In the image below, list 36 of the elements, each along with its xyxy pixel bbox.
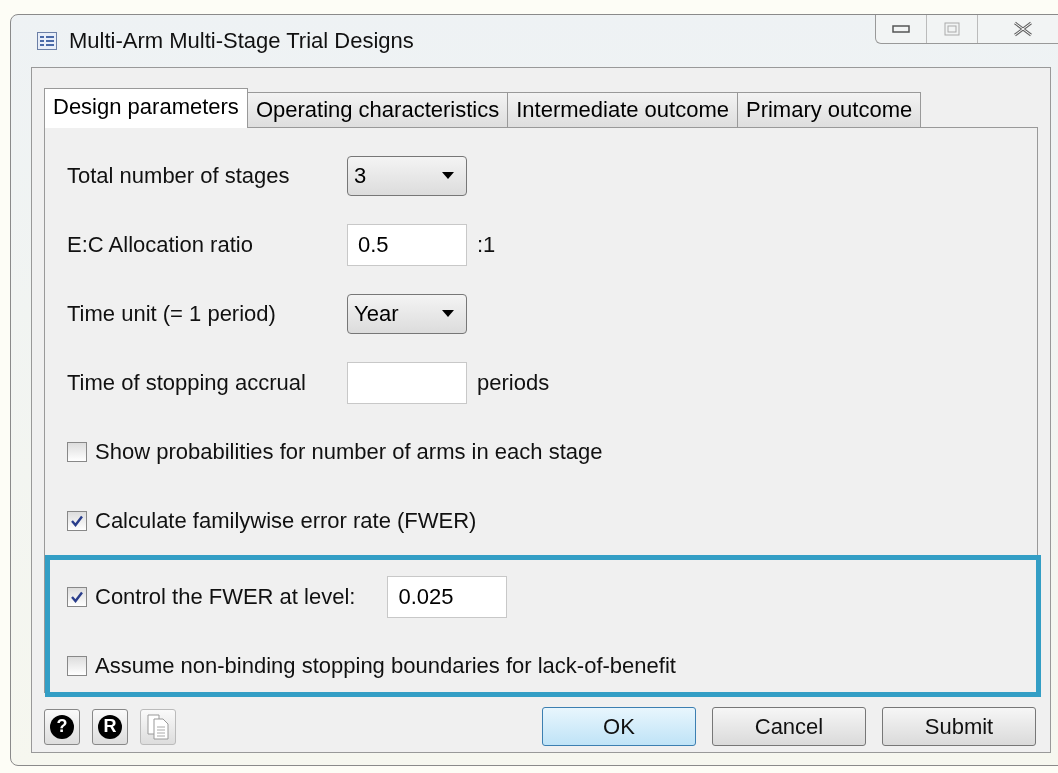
checkbox[interactable] <box>67 510 87 531</box>
checkbox-label: Show probabilities for number of arms in each stage <box>95 438 603 465</box>
copy-icon <box>147 713 169 740</box>
dialog-button[interactable]: Submit <box>882 707 1036 746</box>
field-label: Time of stopping accrual <box>67 369 307 396</box>
checkbox[interactable] <box>67 586 87 607</box>
tab[interactable]: Design parameters <box>44 88 248 128</box>
close-icon <box>1013 21 1033 37</box>
caret-icon <box>442 172 454 179</box>
dropdown[interactable]: 3 <box>347 155 467 196</box>
input-field[interactable]: 0.5 <box>347 223 467 266</box>
help-button[interactable]: ? <box>44 708 80 745</box>
dialog-button[interactable]: Cancel <box>712 707 866 746</box>
checkbox-label: Control the FWER at level: <box>95 583 356 610</box>
unit-label: periods <box>477 369 550 396</box>
dropdown[interactable]: Year <box>347 293 467 334</box>
maximize-icon <box>944 22 960 36</box>
field-label: Total number of stages <box>67 162 291 189</box>
r-button[interactable]: R <box>92 708 128 745</box>
tab[interactable]: Primary outcome <box>737 92 922 127</box>
caret-icon <box>442 310 454 317</box>
form-icon <box>37 32 57 50</box>
tab[interactable]: Intermediate outcome <box>507 92 738 127</box>
dialog-button[interactable]: OK <box>542 707 696 746</box>
field-label: E:C Allocation ratio <box>67 231 254 258</box>
unit-label: :1 <box>477 231 496 258</box>
checkbox-label: Assume non-binding stopping boundaries for lack-of-benefit <box>95 652 676 679</box>
tab[interactable]: Operating characteristics <box>246 92 509 127</box>
checkbox[interactable] <box>67 441 87 462</box>
field-label: Time unit (= 1 period) <box>67 300 277 327</box>
checkbox[interactable] <box>67 655 87 676</box>
checkbox-label: Calculate familywise error rate (FWER) <box>95 507 477 534</box>
input-field[interactable] <box>347 361 467 404</box>
input-field[interactable]: 0.025 <box>387 575 508 618</box>
window-title: Multi-Arm Multi-Stage Trial Designs <box>69 28 414 54</box>
minimize-icon <box>892 25 910 33</box>
